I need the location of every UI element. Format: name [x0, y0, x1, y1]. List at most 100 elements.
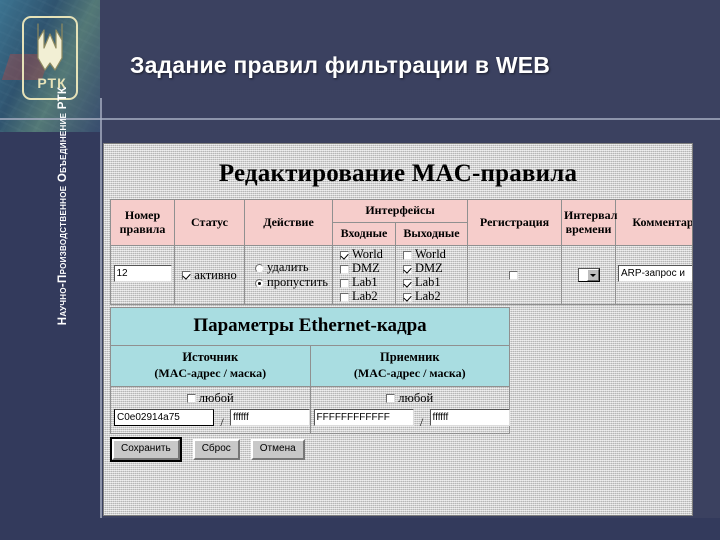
- destination-any-checkbox[interactable]: [386, 394, 396, 404]
- rtk-logo: РТК: [22, 16, 78, 100]
- iface-out-dmz[interactable]: DMZ: [398, 261, 465, 275]
- source-slash: /: [220, 414, 224, 429]
- col-header-interfaces-out: Выходные: [394, 222, 469, 246]
- sidebar-panel: [0, 132, 100, 540]
- iface-in-dmz[interactable]: DMZ: [335, 261, 393, 275]
- iface-in-world[interactable]: World: [335, 247, 393, 261]
- checkbox-in-lab2[interactable]: [340, 292, 349, 302]
- destination-any-row[interactable]: любой: [314, 389, 507, 409]
- destination-subtitle: (MAC-адрес / маска): [353, 365, 466, 380]
- header-divider: [0, 118, 720, 120]
- chevron-down-icon[interactable]: [586, 269, 599, 281]
- table-header-row-1: Номер правила Статус Действие Интерфейсы…: [110, 199, 692, 246]
- rules-table: Номер правила Статус Действие Интерфейсы…: [110, 199, 692, 305]
- destination-slash: /: [419, 414, 424, 429]
- col-header-rule-number: Номер правила: [110, 199, 175, 246]
- time-interval-select[interactable]: [577, 268, 600, 282]
- iface-out-lab2-label: Lab2: [415, 289, 441, 303]
- destination-any-label: любой: [398, 390, 434, 405]
- button-bar: Сохранить Сброс Отмена: [110, 436, 687, 462]
- cell-registration: [467, 245, 563, 305]
- checkbox-out-lab2[interactable]: [403, 292, 412, 302]
- action-radio-delete[interactable]: удалить: [247, 260, 330, 275]
- iface-in-lab2[interactable]: Lab2: [335, 289, 393, 303]
- bottom-band: [0, 518, 720, 540]
- cell-status: активно: [174, 245, 245, 305]
- action-radio-pass[interactable]: пропустить: [247, 275, 330, 290]
- save-button[interactable]: Сохранить: [110, 436, 182, 462]
- registration-checkbox[interactable]: [508, 270, 518, 280]
- iface-in-lab1[interactable]: Lab1: [335, 275, 393, 289]
- checkbox-in-lab1[interactable]: [340, 278, 349, 288]
- col-header-interfaces: Интерфейсы: [331, 199, 469, 223]
- source-any-label: любой: [198, 390, 234, 405]
- rule-number-input[interactable]: 12: [113, 265, 172, 282]
- comment-input[interactable]: ARP-запрос и: [618, 265, 692, 282]
- col-header-status: Статус: [174, 199, 245, 246]
- logo-label: РТК: [37, 75, 67, 91]
- source-any-row[interactable]: любой: [114, 389, 307, 409]
- checkbox-in-dmz[interactable]: [340, 264, 349, 274]
- iface-out-dmz-label: DMZ: [415, 261, 443, 275]
- ethernet-title-row: Параметры Ethernet-кадра: [110, 307, 510, 346]
- iface-out-lab1[interactable]: Lab1: [398, 275, 465, 289]
- radio-pass-icon[interactable]: [255, 278, 264, 288]
- iface-in-lab1-label: Lab1: [352, 275, 378, 289]
- checkbox-out-dmz[interactable]: [403, 264, 412, 274]
- cell-interfaces-out: World DMZ Lab1 Lab2: [394, 245, 469, 305]
- cell-action: удалить пропустить: [244, 245, 333, 305]
- ethernet-title: Параметры Ethernet-кадра: [110, 307, 510, 346]
- source-any-checkbox[interactable]: [186, 394, 196, 404]
- destination-mac-row: FFFFFFFFFFFF / ffffff: [313, 408, 510, 430]
- destination-any-group[interactable]: любой: [386, 391, 433, 405]
- cancel-button[interactable]: Отмена: [250, 438, 305, 460]
- status-checkbox-group[interactable]: активно: [182, 267, 237, 282]
- cell-interfaces-in: World DMZ Lab1 Lab2: [332, 245, 396, 305]
- destination-mask-input[interactable]: ffffff: [429, 408, 510, 426]
- checkbox-out-lab1[interactable]: [403, 278, 412, 288]
- cell-rule-number: 12: [110, 245, 175, 305]
- reset-button[interactable]: Сброс: [192, 438, 240, 460]
- iface-out-lab2[interactable]: Lab2: [398, 289, 465, 303]
- cell-time-interval: [561, 245, 617, 305]
- screenshot-window: Редактирование MAC-правила Номер правила…: [103, 143, 693, 516]
- col-header-time-interval: Интервал времени: [561, 199, 617, 246]
- slide-canvas: РТК Задание правил фильтрации в WEB Науч…: [0, 0, 720, 540]
- radio-delete-icon[interactable]: [255, 263, 264, 273]
- iface-in-lab2-label: Lab2: [352, 289, 378, 303]
- checkbox-in-world[interactable]: [340, 250, 349, 260]
- col-header-registration: Регистрация: [467, 199, 563, 246]
- destination-mac-input[interactable]: FFFFFFFFFFFF: [313, 408, 414, 426]
- side-caption: Научно-Производственное Объединение РТК: [57, 86, 69, 326]
- source-header: Источник (MAC-адрес / маска): [110, 345, 311, 387]
- destination-title: Приемник: [379, 350, 440, 364]
- table-row: 12 активно удалить пропустить World DMZ …: [110, 245, 692, 305]
- col-header-interfaces-in: Входные: [332, 222, 396, 246]
- action-pass-label: пропустить: [267, 275, 328, 289]
- source-fields: любой C0e02914a75 / ffffff: [110, 385, 311, 434]
- iface-out-lab1-label: Lab1: [415, 275, 441, 289]
- source-any-group[interactable]: любой: [186, 390, 234, 405]
- source-subtitle: (MAC-адрес / маска): [154, 365, 267, 380]
- col-header-comment: Комментар: [615, 199, 692, 246]
- source-mask-input[interactable]: ffffff: [230, 408, 310, 426]
- sidebar-divider: [100, 98, 102, 540]
- action-delete-label: удалить: [267, 260, 309, 274]
- iface-in-dmz-label: DMZ: [352, 261, 380, 275]
- source-mac-input[interactable]: C0e02914a75: [114, 408, 214, 426]
- source-title: Источник: [182, 350, 239, 364]
- page-title: Задание правил фильтрации в WEB: [130, 52, 551, 78]
- destination-fields: любой FFFFFFFFFFFF / ffffff: [309, 385, 510, 434]
- status-checkbox[interactable]: [182, 271, 192, 281]
- ethernet-subheader-row: Источник (MAC-адрес / маска) Приемник (M…: [110, 345, 510, 387]
- source-mac-row: C0e02914a75 / ffffff: [114, 408, 310, 430]
- cell-comment: ARP-запрос и: [615, 245, 692, 305]
- iface-out-world[interactable]: World: [398, 247, 465, 261]
- ethernet-fields-row: любой C0e02914a75 / ffffff любой FFFFFFFFF…: [110, 385, 510, 434]
- checkbox-out-world[interactable]: [403, 250, 412, 260]
- destination-header: Приемник (MAC-адрес / маска): [309, 345, 510, 387]
- iface-out-world-label: World: [415, 247, 446, 261]
- status-label: активно: [194, 267, 237, 282]
- col-header-action: Действие: [244, 199, 333, 246]
- ethernet-params-table: Параметры Ethernet-кадра Источник (MAC-а…: [110, 307, 510, 434]
